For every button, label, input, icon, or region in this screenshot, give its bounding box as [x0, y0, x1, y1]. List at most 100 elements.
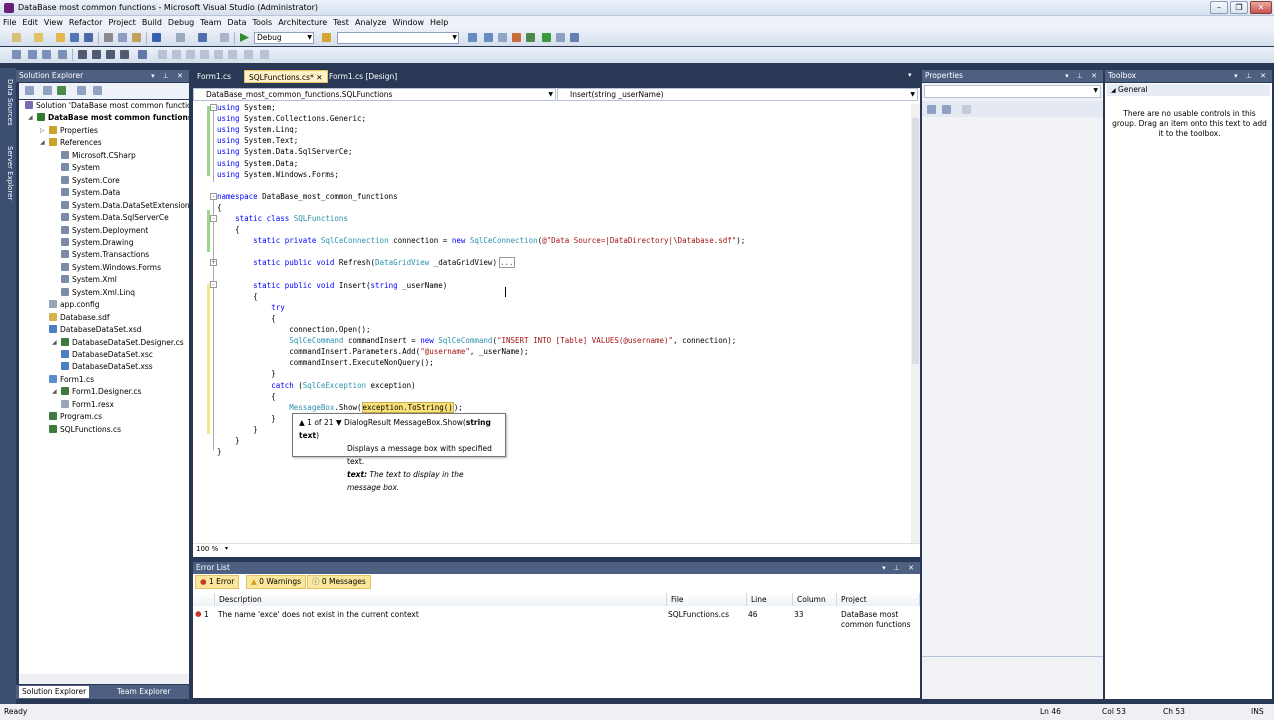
errors-filter-tab[interactable]: ● 1 Error [195, 575, 240, 589]
tooltip-next-icon[interactable]: ▼ [336, 418, 342, 427]
decrease-indent-icon[interactable] [78, 50, 87, 59]
code-line[interactable]: static class SQLFunctions [217, 213, 348, 224]
tree-item[interactable]: System.Deployment [61, 225, 148, 237]
view-code-icon[interactable] [77, 86, 86, 95]
toolbox-icon[interactable] [526, 33, 535, 42]
code-line[interactable]: { [217, 291, 258, 302]
next-bookmark-icon[interactable] [172, 50, 181, 59]
code-line[interactable]: using System.Collections.Generic; [217, 113, 366, 124]
tree-item[interactable]: ◢ Form1.Designer.cs [52, 386, 141, 398]
code-line[interactable]: } [217, 424, 258, 435]
tree-item[interactable]: DatabaseDataSet.xsd [49, 324, 142, 336]
increase-indent-icon[interactable] [92, 50, 101, 59]
code-line[interactable]: using System.Linq; [217, 124, 298, 135]
previous-bookmark-icon[interactable] [158, 50, 167, 59]
code-line[interactable]: static private SqlCeConnection connectio… [217, 235, 745, 246]
toggle-bookmark-icon[interactable] [138, 50, 147, 59]
menu-file[interactable]: File [0, 16, 19, 30]
view-designer-icon[interactable] [93, 86, 102, 95]
tree-item[interactable]: System.Xml [61, 274, 117, 286]
show-all-files-icon[interactable] [43, 86, 52, 95]
messages-filter-tab[interactable]: ⓘ 0 Messages [307, 575, 371, 589]
code-line[interactable]: { [217, 202, 222, 213]
refresh-icon[interactable] [57, 86, 66, 95]
next-bookmark-folder-icon[interactable] [200, 50, 209, 59]
tree-item[interactable]: app.config [49, 299, 99, 311]
code-line[interactable]: static public void Refresh(DataGridView … [217, 257, 515, 269]
prev-bookmark-doc-icon[interactable] [214, 50, 223, 59]
close-icon[interactable]: ✕ [316, 73, 322, 82]
uncomment-icon[interactable] [120, 50, 129, 59]
property-pages-icon[interactable] [962, 105, 971, 114]
object-select[interactable]: ▼ [924, 85, 1101, 98]
collapse-icon[interactable]: ◢ [52, 337, 57, 349]
expand-toggle[interactable]: + [210, 259, 217, 266]
warnings-filter-tab[interactable]: ▲ 0 Warnings [246, 575, 307, 589]
code-line[interactable]: using System.Data; [217, 158, 298, 169]
display-parameter-info-icon[interactable] [28, 50, 37, 59]
tree-item[interactable]: System [61, 162, 100, 174]
menu-project[interactable]: Project [105, 16, 138, 30]
menu-help[interactable]: Help [427, 16, 451, 30]
type-dropdown[interactable]: DataBase_most_common_functions.SQLFuncti… [193, 88, 556, 101]
code-line[interactable]: using System.Windows.Forms; [217, 169, 339, 180]
tree-item[interactable]: Program.cs [49, 411, 102, 423]
project-node[interactable]: ◢ DataBase most common functions [28, 112, 189, 124]
zoom-level[interactable]: 100 % [196, 545, 218, 553]
collapse-icon[interactable]: ◢ [28, 112, 33, 124]
toolbox-group-general[interactable]: ◢ General [1107, 84, 1270, 96]
tab-form1-cs[interactable]: Form1.cs [193, 70, 235, 83]
tree-item[interactable]: Microsoft.CSharp [61, 150, 136, 162]
menu-architecture[interactable]: Architecture [275, 16, 330, 30]
menu-analyze[interactable]: Analyze [352, 16, 390, 30]
pane-buttons[interactable]: ▾ ⊥ ✕ [1234, 70, 1269, 82]
collapse-toggle[interactable]: - [210, 193, 217, 200]
menu-build[interactable]: Build [139, 16, 165, 30]
categorized-icon[interactable] [927, 105, 936, 114]
object-browser-icon[interactable] [512, 33, 521, 42]
tree-item[interactable]: Form1.cs [49, 374, 94, 386]
code-line[interactable]: { [217, 391, 276, 402]
code-line[interactable]: static public void Insert(string _userNa… [217, 280, 447, 291]
undo-icon[interactable] [152, 33, 161, 42]
tree-item[interactable]: System.Transactions [61, 249, 149, 261]
code-line[interactable]: using System; [217, 102, 276, 113]
tree-item[interactable]: DatabaseDataSet.xss [61, 361, 153, 373]
copy-icon[interactable] [118, 33, 127, 42]
code-line[interactable]: try [217, 302, 285, 313]
next-bookmark-doc-icon[interactable] [228, 50, 237, 59]
prev-bookmark-folder-icon[interactable] [186, 50, 195, 59]
code-line[interactable]: { [217, 224, 240, 235]
tree-item[interactable]: System.Data.DataSetExtensions [61, 200, 189, 212]
tree-item[interactable]: System.Core [61, 175, 120, 187]
code-line[interactable]: commandInsert.ExecuteNonQuery(); [217, 357, 434, 368]
tree-item[interactable]: ◢ DatabaseDataSet.Designer.cs [52, 337, 184, 349]
properties-icon[interactable] [25, 86, 34, 95]
tooltip-prev-icon[interactable]: ▲ [299, 418, 305, 427]
display-word-completion-icon[interactable] [58, 50, 67, 59]
code-line[interactable]: } [217, 368, 276, 379]
tree-item[interactable]: SQLFunctions.cs [49, 424, 121, 436]
menu-team[interactable]: Team [197, 16, 224, 30]
restore-button[interactable]: ❐ [1230, 1, 1248, 14]
code-line[interactable]: using System.Data.SqlServerCe; [217, 146, 352, 157]
alphabetical-icon[interactable] [942, 105, 951, 114]
code-line[interactable]: { [217, 313, 276, 324]
column-file[interactable]: File [667, 593, 747, 606]
column-line[interactable]: Line [747, 593, 793, 606]
code-line[interactable]: } [217, 446, 222, 457]
solution-node[interactable]: Solution 'DataBase most common functions… [25, 100, 189, 112]
menu-edit[interactable]: Edit [19, 16, 41, 30]
code-line[interactable]: } [217, 435, 240, 446]
tab-server-explorer[interactable]: Server Explorer [2, 138, 14, 208]
tab-sqlfunctions-cs[interactable]: SQLFunctions.cs* ✕ [244, 70, 328, 83]
find-icon[interactable] [322, 33, 331, 42]
code-line[interactable]: commandInsert.Parameters.Add("@username"… [217, 346, 528, 357]
navigate-backward-icon[interactable] [198, 33, 207, 42]
collapse-toggle[interactable]: - [210, 281, 217, 288]
column-project[interactable]: Project [837, 593, 920, 606]
solution-explorer-icon[interactable] [484, 33, 493, 42]
cut-icon[interactable] [104, 33, 113, 42]
menu-view[interactable]: View [41, 16, 66, 30]
code-line[interactable]: connection.Open(); [217, 324, 370, 335]
